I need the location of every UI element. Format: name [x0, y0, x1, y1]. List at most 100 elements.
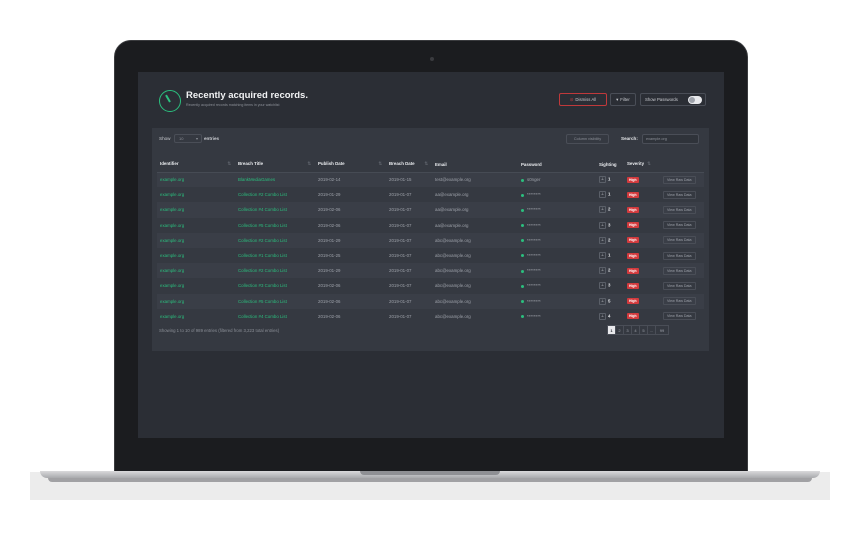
view-raw-data-button[interactable]: View Raw Data [663, 205, 696, 214]
breach-title-link[interactable]: Collection #5 Combo List [235, 294, 315, 309]
view-raw-data-button[interactable]: View Raw Data [663, 221, 696, 230]
action-cell: View Raw Data [660, 309, 704, 324]
status-dot-icon [521, 193, 524, 197]
sighting-cell: ⊥ 3 [596, 278, 624, 293]
sighting-cell: ⊥ 2 [596, 263, 624, 278]
col-publish-date[interactable]: Publish Date ⇅ [315, 157, 386, 173]
chart-icon: ⊥ [599, 236, 606, 244]
breach-title-link[interactable]: Collection #2 Combo List [235, 233, 315, 248]
identifier-cell[interactable]: example.org [157, 187, 235, 202]
breach-date-cell: 2019-01-07 [389, 268, 412, 274]
view-raw-data-button[interactable]: View Raw Data [663, 175, 696, 184]
breach-title-link[interactable]: Collection #2 Combo List [235, 187, 315, 202]
severity-cell: High [624, 187, 660, 202]
col-sighting[interactable]: Sighting [596, 157, 624, 173]
camera [430, 57, 434, 61]
identifier-cell[interactable]: example.org [157, 202, 235, 217]
breach-title-link[interactable]: Collection #4 Combo List [235, 309, 315, 324]
table-row: example.org Collection #2 Combo List 2019-… [157, 232, 704, 248]
email-cell: abc@example.org [435, 298, 471, 304]
view-raw-data-button[interactable]: View Raw Data [663, 312, 696, 321]
records-table: Identifier ⇅ Breach Title ⇅ Publish Date ⇅ … [157, 157, 704, 324]
table-header-row: Identifier ⇅ Breach Title ⇅ Publish Date ⇅ … [157, 157, 704, 173]
show-passwords-toggle[interactable]: Show Passwords [640, 93, 706, 106]
col-email[interactable]: Email [432, 157, 518, 173]
chart-icon: ⊥ [599, 221, 606, 229]
identifier-cell[interactable]: example.org [157, 233, 235, 248]
identifier-cell[interactable]: example.org [157, 263, 235, 278]
severity-cell: High [624, 218, 660, 233]
filter-button[interactable]: ▾ Filter [610, 93, 636, 106]
breach-title-link[interactable]: Collection #2 Combo List [235, 263, 315, 278]
page-button[interactable]: 99 [655, 325, 669, 335]
publish-date-cell: 2019-02-06 [318, 298, 341, 304]
search-input[interactable] [642, 134, 699, 144]
breach-title-link[interactable]: Collection #3 Combo List [235, 278, 315, 293]
sighting-cell: ⊥ 4 [596, 309, 624, 324]
view-raw-data-button[interactable]: View Raw Data [663, 297, 696, 306]
sighting-cell: ⊥ 1 [596, 172, 624, 187]
entries-select[interactable]: 10 ▾ [174, 134, 202, 143]
col-breach-title[interactable]: Breach Title ⇅ [235, 157, 315, 173]
severity-badge: High [627, 282, 639, 289]
view-raw-data-button[interactable]: View Raw Data [663, 190, 696, 199]
table-row: example.org Collection #5 Combo List 2019-… [157, 293, 704, 309]
sighting-count: 2 [608, 207, 611, 213]
table-row: example.org Collection #3 Combo List 2019-… [157, 278, 704, 294]
laptop-screen: Recently acquired records. Recently acqu… [138, 72, 724, 438]
search-label: Search: [621, 136, 638, 141]
dismiss-all-button[interactable]: ⊘ Dismiss All [559, 93, 607, 106]
identifier-cell[interactable]: example.org [157, 294, 235, 309]
view-raw-data-button[interactable]: View Raw Data [663, 236, 696, 245]
status-dot-icon [521, 239, 524, 243]
page-title: Recently acquired records. [186, 90, 308, 101]
breach-title-link[interactable]: Collection #1 Combo List [235, 248, 315, 263]
identifier-cell[interactable]: example.org [157, 278, 235, 293]
column-visibility-button[interactable]: Column visibility [566, 134, 609, 144]
sort-icon: ⇅ [378, 161, 382, 167]
col-breach-date[interactable]: Breach Date ⇅ [386, 157, 432, 173]
breach-title-link[interactable]: Collection #5 Combo List [235, 218, 315, 233]
app-header: Recently acquired records. Recently acqu… [138, 72, 724, 128]
password-cell: ******** [518, 187, 596, 202]
view-raw-data-button[interactable]: View Raw Data [663, 281, 696, 290]
table-row: example.org BlankMediaGames 2019-02-14 2019… [157, 172, 704, 188]
breach-title-link[interactable]: BlankMediaGames [235, 172, 315, 187]
publish-date-cell: 2019-02-06 [318, 313, 341, 319]
sighting-count: 3 [608, 222, 611, 228]
view-raw-data-button[interactable]: View Raw Data [663, 266, 696, 275]
col-password[interactable]: Password [518, 157, 596, 173]
identifier-cell[interactable]: example.org [157, 248, 235, 263]
email-cell: abc@example.org [435, 313, 471, 319]
breach-date-cell: 2019-01-07 [389, 313, 412, 319]
publish-date-cell: 2019-02-06 [318, 207, 341, 213]
col-severity[interactable]: Severity ⇅ [624, 157, 660, 173]
breach-title-link[interactable]: Collection #4 Combo List [235, 202, 315, 217]
status-dot-icon [521, 315, 524, 319]
identifier-cell[interactable]: example.org [157, 218, 235, 233]
severity-badge: High [627, 298, 639, 305]
severity-badge: High [627, 206, 639, 213]
severity-badge: High [627, 237, 639, 244]
password-cell: s0nger [518, 172, 596, 187]
view-raw-data-button[interactable]: View Raw Data [663, 251, 696, 260]
identifier-cell[interactable]: example.org [157, 172, 235, 187]
severity-cell: High [624, 278, 660, 293]
show-passwords-label: Show Passwords [645, 97, 678, 102]
password-cell: ******** [518, 263, 596, 278]
toggle-switch[interactable] [688, 96, 702, 104]
email-cell: aa@example.org [435, 207, 469, 213]
breach-date-cell: 2019-01-07 [389, 222, 412, 228]
severity-badge: High [627, 191, 639, 198]
publish-date-cell: 2019-02-14 [318, 177, 341, 183]
col-identifier[interactable]: Identifier ⇅ [157, 157, 235, 173]
table-row: example.org Collection #2 Combo List 2019-… [157, 263, 704, 279]
chevron-down-icon: ▾ [195, 136, 198, 141]
entries-label: entries [204, 136, 220, 141]
email-cell: abc@example.org [435, 253, 471, 259]
action-cell: View Raw Data [660, 263, 704, 278]
timer-icon [159, 90, 181, 112]
severity-cell: High [624, 263, 660, 278]
identifier-cell[interactable]: example.org [157, 309, 235, 324]
pagination: 1 2 3 4 5… 99 [607, 325, 669, 335]
